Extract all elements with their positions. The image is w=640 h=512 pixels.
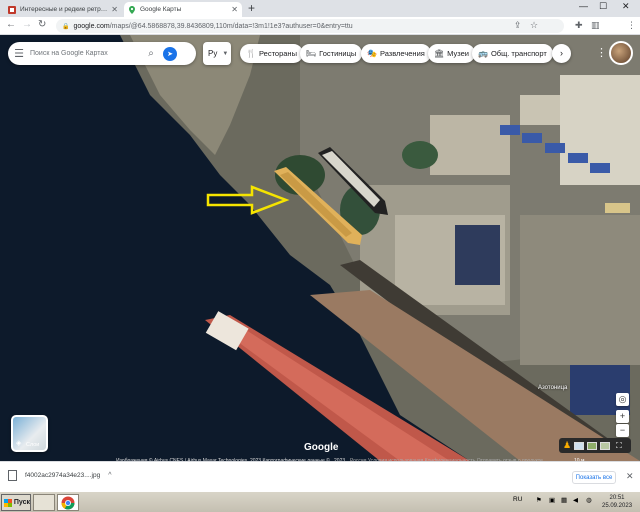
taskbar-app-explorer[interactable] (33, 494, 55, 511)
chip-label: Музеи (447, 49, 469, 58)
tab-retro-photos[interactable]: Интересные и редкие ретро-фото ✕ (4, 2, 122, 17)
layers-label: Слои (26, 442, 40, 448)
clock-time: 20:51 (609, 495, 625, 501)
chip-transit[interactable]: 🚌 Общ. транспорт (472, 44, 553, 63)
bus-icon: 🚌 (478, 49, 488, 58)
satellite-map[interactable]: Азотоница (0, 35, 640, 461)
download-item[interactable]: f4002ac2974a34e23....jpg ^ (8, 470, 111, 481)
chip-entertainment[interactable]: 🎭 Развлечения (361, 44, 431, 63)
layers-icon: ◈ (16, 440, 22, 447)
place-label[interactable]: Азотоница (538, 385, 567, 391)
screen: Интересные и редкие ретро-фото ✕ Google … (0, 0, 640, 512)
my-location-icon[interactable]: ◎ (616, 393, 629, 406)
restaurant-icon: 🍴 (246, 49, 256, 58)
globe-thumbnail[interactable] (600, 441, 611, 450)
chip-museums[interactable]: 🏛 Музеи (428, 44, 475, 63)
maps-search-box[interactable]: ☰ ⌕ ➤ (8, 42, 196, 65)
chrome-icon (61, 496, 75, 510)
system-clock[interactable]: 20:51 25.09.2023 (602, 494, 632, 510)
search-icon[interactable]: ⌕ (142, 48, 160, 59)
chip-label: Общ. транспорт (490, 49, 547, 58)
tray-icon[interactable]: ⚑ (536, 496, 542, 504)
bookmark-star-icon[interactable]: ☆ (530, 20, 538, 31)
tab-title: Google Карты (140, 6, 182, 13)
chevron-down-icon: ▼ (222, 50, 229, 57)
download-filename: f4002ac2974a34e23....jpg (25, 472, 101, 479)
tray-icon[interactable]: ◍ (586, 496, 592, 504)
network-icon[interactable]: ▦ (561, 496, 567, 504)
show-all-downloads-button[interactable]: Показать все (572, 471, 616, 484)
zoom-in-button[interactable]: + (616, 410, 629, 423)
url-path: /maps/@64.5868878,39.8436809,110m/data=!… (109, 22, 353, 30)
language-value: Ру (208, 49, 218, 58)
menu-kebab-icon[interactable]: ⋮ (627, 20, 636, 31)
tab-google-maps[interactable]: Google Карты ✕ (124, 2, 242, 17)
forward-icon[interactable]: → (22, 19, 32, 30)
extension-icon[interactable]: ✚ (575, 20, 583, 31)
zoom-out-button[interactable]: − (616, 424, 629, 437)
layers-button[interactable]: ◈ Слои (11, 415, 48, 452)
hotel-icon: 🛏 (306, 49, 317, 58)
file-icon (8, 470, 17, 481)
taskbar: Пуск RU ⚑ ▣ ▦ ◀ ◍ 20:51 25.09.2023 (0, 491, 640, 512)
start-label: Пуск (13, 499, 30, 506)
tray-icon[interactable]: ▣ (549, 496, 555, 504)
hamburger-menu-icon[interactable]: ☰ (8, 47, 30, 60)
pegman-icon[interactable]: ♟ (563, 440, 571, 451)
close-download-bar-icon[interactable]: ✕ (626, 471, 634, 482)
clock-date: 25.09.2023 (602, 503, 633, 509)
volume-icon[interactable]: ◀ (573, 496, 578, 504)
reload-icon[interactable]: ↻ (38, 19, 46, 30)
chips-next-button[interactable]: › (552, 44, 571, 63)
close-window-button[interactable]: ✕ (622, 1, 630, 12)
back-icon[interactable]: ← (6, 19, 16, 30)
terrain-thumbnail[interactable] (587, 441, 598, 450)
account-avatar[interactable] (609, 41, 633, 65)
chip-hotels[interactable]: 🛏 Гостиницы (300, 44, 363, 63)
map-thumbnail[interactable] (574, 441, 585, 450)
maps-search-input[interactable] (30, 50, 142, 57)
maximize-button[interactable]: ☐ (599, 1, 607, 12)
chip-label: Гостиницы (319, 49, 357, 58)
sidepanel-icon[interactable]: ▥ (591, 20, 600, 31)
chevron-up-icon[interactable]: ^ (108, 472, 111, 479)
language-dropdown[interactable]: Ру ▼ (203, 42, 231, 65)
download-bar: f4002ac2974a34e23....jpg ^ Показать все … (0, 461, 640, 491)
chip-label: Развлечения (379, 49, 425, 58)
maps-favicon-icon (129, 5, 135, 14)
entertainment-icon: 🎭 (367, 49, 377, 58)
tab-strip: Интересные и редкие ретро-фото ✕ Google … (0, 0, 640, 17)
url-host: google.com (73, 22, 110, 30)
start-button[interactable]: Пуск (1, 494, 31, 511)
chip-restaurants[interactable]: 🍴 Рестораны (240, 44, 303, 63)
taskbar-app-chrome[interactable] (57, 494, 79, 511)
minimize-button[interactable]: — (579, 1, 588, 11)
language-indicator[interactable]: RU (513, 496, 522, 503)
tab-close-icon[interactable]: ✕ (111, 5, 118, 14)
browser-toolbar: ← → ↻ 🔒 google.com/maps/@64.5868878,39.8… (0, 17, 640, 49)
address-bar[interactable]: 🔒 google.com/maps/@64.5868878,39.8436809… (56, 19, 564, 33)
share-icon[interactable]: ⇪ (514, 20, 522, 31)
satellite-imagery (0, 35, 640, 461)
pikabu-favicon-icon (8, 5, 16, 14)
tab-title: Интересные и редкие ретро-фото (20, 6, 108, 13)
directions-icon[interactable]: ➤ (163, 46, 177, 61)
museum-icon: 🏛 (434, 49, 445, 58)
map-view-controls: ♟ ⛶ (559, 438, 631, 453)
lock-icon: 🔒 (62, 23, 70, 30)
chip-label: Рестораны (258, 49, 297, 58)
fullscreen-icon[interactable]: ⛶ (616, 441, 622, 451)
tab-close-icon[interactable]: ✕ (231, 5, 238, 14)
google-logo: Google (304, 442, 339, 453)
windows-logo-icon (4, 498, 12, 507)
new-tab-button[interactable]: + (248, 1, 255, 15)
